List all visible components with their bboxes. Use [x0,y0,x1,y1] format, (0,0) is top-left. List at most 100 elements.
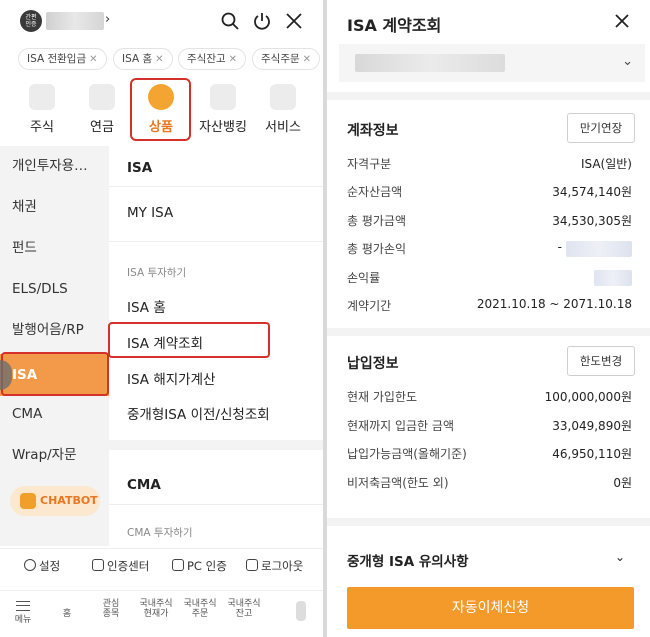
row-key: 총 평가손익 [347,242,407,256]
cert-center-button[interactable]: 인증센터 [92,558,149,574]
row-key: 비저축금액(한도 외) [347,476,449,490]
utility-bar: 설정 인증센터 PC 인증 로그아웃 [0,548,323,582]
close-icon[interactable]: ✕ [229,54,237,65]
section-gap [109,440,323,450]
info-row: 총 평가손익 - [347,240,632,260]
close-icon[interactable] [284,11,304,31]
pc-cert-button[interactable]: PC 인증 [172,558,227,574]
category-pension[interactable]: 연금 [72,78,132,140]
menu-item-my-isa[interactable]: MY ISA [127,205,173,221]
row-key: 납입가능금액(올해기준) [347,447,467,461]
bottom-tab-bar: 메뉴 홈 관심 종목 국내주식 현재가 국내주식 주문 국내주식 잔고 [0,590,323,637]
monitor-icon [172,559,184,571]
chevron-down-icon[interactable]: ⌄ [615,550,625,564]
payment-info-title: 납입정보 [347,356,399,372]
sidebar-item-cma[interactable]: CMA [0,394,109,434]
tab-scroll-handle[interactable] [296,601,306,621]
row-key: 계약기간 [347,299,392,313]
change-limit-button[interactable]: 한도변경 [567,346,635,376]
tab-domestic-order[interactable]: 국내주식 주문 [180,599,220,619]
category-service[interactable]: 서비스 [253,78,313,140]
info-row: 순자산금액 34,574,140원 [347,183,632,203]
logout-button[interactable]: 로그아웃 [246,558,303,574]
hamburger-icon[interactable] [16,601,30,611]
highlight-outline [108,322,270,358]
info-row: 자격구분 ISA(일반) [347,155,632,175]
close-icon[interactable]: ✕ [155,54,163,65]
tab-domestic-price[interactable]: 국내주식 현재가 [136,599,176,619]
info-row: 납입가능금액(올해기준) 46,950,110원 [347,445,632,465]
info-row: 현재까지 입금한 금액 33,049,890원 [347,417,632,437]
info-row: 계약기간 2021.10.18 ~ 2071.10.18 [347,297,632,317]
chip-isa-home[interactable]: ISA 홈 ✕ [113,48,173,70]
chip-isa-transfer[interactable]: ISA 전환입금 ✕ [18,48,107,70]
robot-icon [20,493,36,509]
chevron-right-icon[interactable]: › [105,12,110,27]
tab-home[interactable]: 홈 [50,609,84,619]
screen: 간편 인증 › ISA 전환입금 ✕ ISA 홈 ✕ 주식잔고 ✕ 주식주문 ✕ 주식 … [0,0,650,637]
search-icon[interactable] [220,11,240,31]
divider [109,241,323,242]
menu-item-isa-transfer[interactable]: 중개형ISA 이전/신청조회 [127,403,270,423]
category-label: 서비스 [265,120,301,135]
recent-menu-chips: ISA 전환입금 ✕ ISA 홈 ✕ 주식잔고 ✕ 주식주문 ✕ [0,48,323,70]
chip-label: 주식주문 [261,53,300,65]
highlight-outline [1,352,109,396]
chatbot-button[interactable]: CHATBOT [10,486,100,516]
isa-notice-toggle[interactable]: 중개형 ISA 유의사항 [347,550,469,570]
settings-button[interactable]: 설정 [24,558,60,574]
row-value: ISA(일반) [580,157,632,171]
pc-cert-label: PC 인증 [187,559,227,573]
isa-contract-panel: ISA 계약조회 ⌄ 계좌정보 만기연장 자격구분 ISA(일반) 순자산금액 34… [327,0,650,637]
row-key: 현재까지 입금한 금액 [347,419,454,433]
sidebar-item-fund[interactable]: 펀드 [0,228,109,268]
category-asset-banking[interactable]: 자산뱅킹 [193,78,253,140]
simple-auth-badge[interactable]: 간편 인증 [20,10,42,32]
info-row: 비저축금액(한도 외) 0원 [347,474,632,494]
sidebar-item-bond[interactable]: 채권 [0,187,109,227]
chip-stock-balance[interactable]: 주식잔고 ✕ [178,48,247,70]
menu-item-isa-calc[interactable]: ISA 해지가계산 [127,368,215,388]
menu-heading-cma: CMA [127,477,161,493]
auto-transfer-button[interactable]: 자동이체신청 [347,587,634,629]
section-gap [327,92,650,100]
tab-watchlist[interactable]: 관심 종목 [94,599,128,619]
row-value: 34,574,140원 [552,185,632,199]
section-gap [327,328,650,336]
category-stock[interactable]: 주식 [12,78,72,140]
menu-subheading-isa-invest: ISA 투자하기 [127,267,187,279]
account-selector[interactable]: ⌄ [339,44,645,82]
tab-menu[interactable]: 메뉴 [6,615,40,625]
info-row: 총 평가금액 34,530,305원 [347,212,632,232]
chip-label: 주식잔고 [187,53,226,65]
row-key: 순자산금액 [347,185,403,199]
chip-stock-order[interactable]: 주식주문 ✕ [252,48,321,70]
sidebar-item-els-dls[interactable]: ELS/DLS [0,269,109,309]
close-icon[interactable]: ✕ [303,54,311,65]
value-blurred [594,270,632,286]
row-value: 0원 [613,476,632,490]
chevron-down-icon: ⌄ [622,54,633,69]
info-row: 현재 가입한도 100,000,000원 [347,388,632,408]
info-row: 손익률 [347,269,632,289]
close-icon[interactable] [613,12,631,30]
menu-panel: 간편 인증 › ISA 전환입금 ✕ ISA 홈 ✕ 주식잔고 ✕ 주식주문 ✕ 주식 … [0,0,323,637]
power-icon[interactable] [252,11,272,31]
menu-item-isa-home[interactable]: ISA 홈 [127,296,166,316]
tab-domestic-balance[interactable]: 국내주식 잔고 [224,599,264,619]
account-number-blurred [355,54,505,72]
category-label: 주식 [30,120,54,135]
close-icon[interactable]: ✕ [89,54,97,65]
sidebar-item-note-rp[interactable]: 발행어음/RP [0,310,109,350]
account-info-title: 계좌정보 [347,123,399,139]
top-bar: 간편 인증 › [0,0,323,44]
logout-icon [246,559,258,571]
sidebar-item-individual-invest[interactable]: 개인투자용… [0,146,109,186]
chip-label: ISA 홈 [122,53,153,65]
row-value: 46,950,110원 [552,447,632,461]
lock-icon [92,559,104,571]
row-key: 총 평가금액 [347,214,407,228]
extend-maturity-button[interactable]: 만기연장 [567,113,635,143]
cert-center-label: 인증센터 [107,559,150,573]
sidebar-item-wrap[interactable]: Wrap/자문 [0,435,109,475]
